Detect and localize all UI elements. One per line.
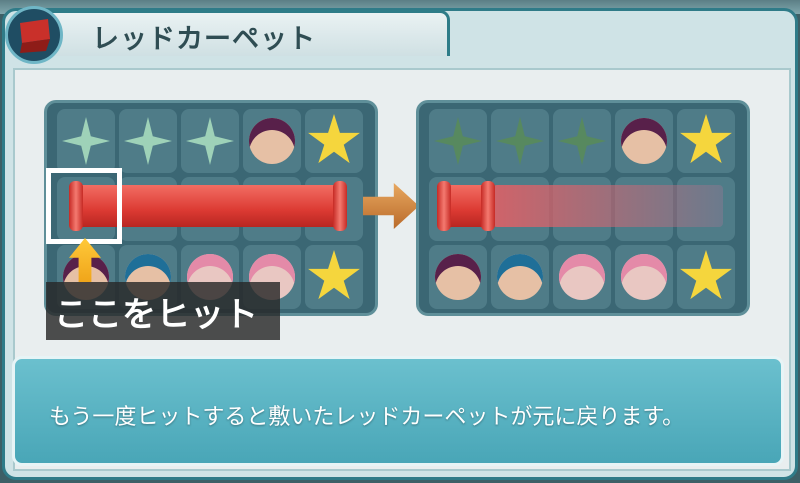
tile: [677, 245, 735, 309]
sparkle-icon: [434, 117, 482, 165]
sparkle-icon: [124, 117, 172, 165]
carpet-end-left: [437, 181, 451, 231]
tile: [491, 245, 549, 309]
tile: [305, 245, 363, 309]
pink-hair-face-icon: [559, 254, 605, 300]
blue-hair-face-icon: [497, 254, 543, 300]
carpet-end-right: [333, 181, 347, 231]
hit-target-highlight[interactable]: [46, 168, 122, 244]
carpet-end-right: [481, 181, 495, 231]
yellow-star-icon: [680, 114, 732, 164]
tile: [305, 109, 363, 173]
tile: [615, 245, 673, 309]
message-text: もう一度ヒットすると敷いたレッドカーペットが元に戻ります。: [49, 404, 685, 429]
hit-here-label: ここをヒット: [46, 282, 280, 340]
red-carpet-rolled: [437, 181, 495, 231]
message-box: もう一度ヒットすると敷いたレッドカーペットが元に戻ります。: [12, 356, 784, 466]
tile: [615, 109, 673, 173]
tile: [491, 109, 549, 173]
purple-hair-face-icon: [249, 118, 295, 164]
tile: [553, 245, 611, 309]
dialog-title: レッドカーペット: [92, 24, 316, 54]
tile: [243, 109, 301, 173]
sparkle-icon: [496, 117, 544, 165]
tile: [119, 109, 177, 173]
yellow-star-icon: [308, 250, 360, 300]
purple-hair-face-icon: [621, 118, 667, 164]
yellow-star-icon: [680, 250, 732, 300]
tile: [553, 109, 611, 173]
tile: [429, 109, 487, 173]
red-carpet-icon: [5, 6, 63, 64]
pink-hair-face-icon: [621, 254, 667, 300]
carpet-retract-trail: [493, 185, 723, 227]
tile: [57, 109, 115, 173]
purple-hair-face-icon: [435, 254, 481, 300]
yellow-star-icon: [308, 114, 360, 164]
tile: [429, 245, 487, 309]
sparkle-icon: [558, 117, 606, 165]
sparkle-icon: [186, 117, 234, 165]
board-after: [416, 100, 750, 316]
tile: [181, 109, 239, 173]
sparkle-icon: [62, 117, 110, 165]
tile: [677, 109, 735, 173]
